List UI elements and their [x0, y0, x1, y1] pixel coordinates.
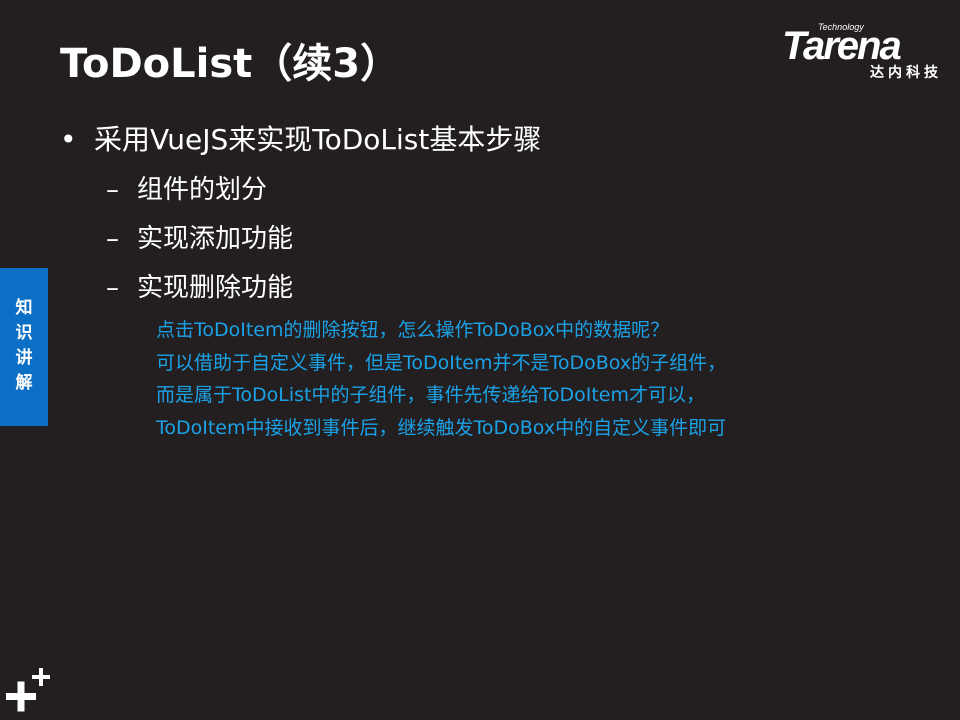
bullet-dot: •: [60, 123, 77, 156]
sub-item-dash: –: [106, 175, 119, 205]
sub-item-text: 组件的划分: [137, 175, 268, 205]
note-line: ToDoItem中接收到事件后，继续触发ToDoBox中的自定义事件即可: [156, 416, 727, 439]
logo-chinese-text: 达内科技: [870, 65, 942, 81]
logo-wordmark: Tarena: [782, 24, 902, 68]
knowledge-tab-char: 解: [15, 373, 33, 393]
plus-plus-icon: [6, 668, 50, 712]
knowledge-tab-char: 识: [15, 323, 33, 343]
note-line: 而是属于ToDoList中的子组件，事件先传递给ToDoItem才可以，: [156, 384, 705, 406]
sub-item: – 实现删除功能: [106, 268, 293, 308]
knowledge-tab: 知 识 讲 解: [0, 268, 48, 426]
sub-item-text: 实现添加功能: [137, 224, 294, 254]
note-line: 可以借助于自定义事件，但是ToDoItem并不是ToDoBox的子组件，: [156, 351, 727, 374]
main-bullet: • 采用VueJS来实现ToDoList基本步骤: [60, 120, 541, 160]
knowledge-tab-char: 讲: [15, 348, 33, 368]
explanation-note: 点击ToDoItem的删除按钮，怎么操作ToDoBox中的数据呢？ 可以借助于自…: [156, 314, 936, 444]
slide-title: ToDoList（续3）: [60, 41, 401, 87]
sub-item-text: 实现删除功能: [137, 273, 294, 303]
tarena-logo: Technology Tarena 达内科技: [782, 22, 944, 84]
sub-item: – 实现添加功能: [106, 219, 293, 259]
sub-item: – 组件的划分: [106, 170, 267, 210]
note-line: 点击ToDoItem的删除按钮，怎么操作ToDoBox中的数据呢？: [156, 319, 670, 341]
main-bullet-text: 采用VueJS来实现ToDoList基本步骤: [94, 123, 542, 156]
sub-item-dash: –: [106, 273, 119, 303]
knowledge-tab-char: 知: [15, 298, 33, 318]
sub-item-dash: –: [106, 224, 119, 254]
